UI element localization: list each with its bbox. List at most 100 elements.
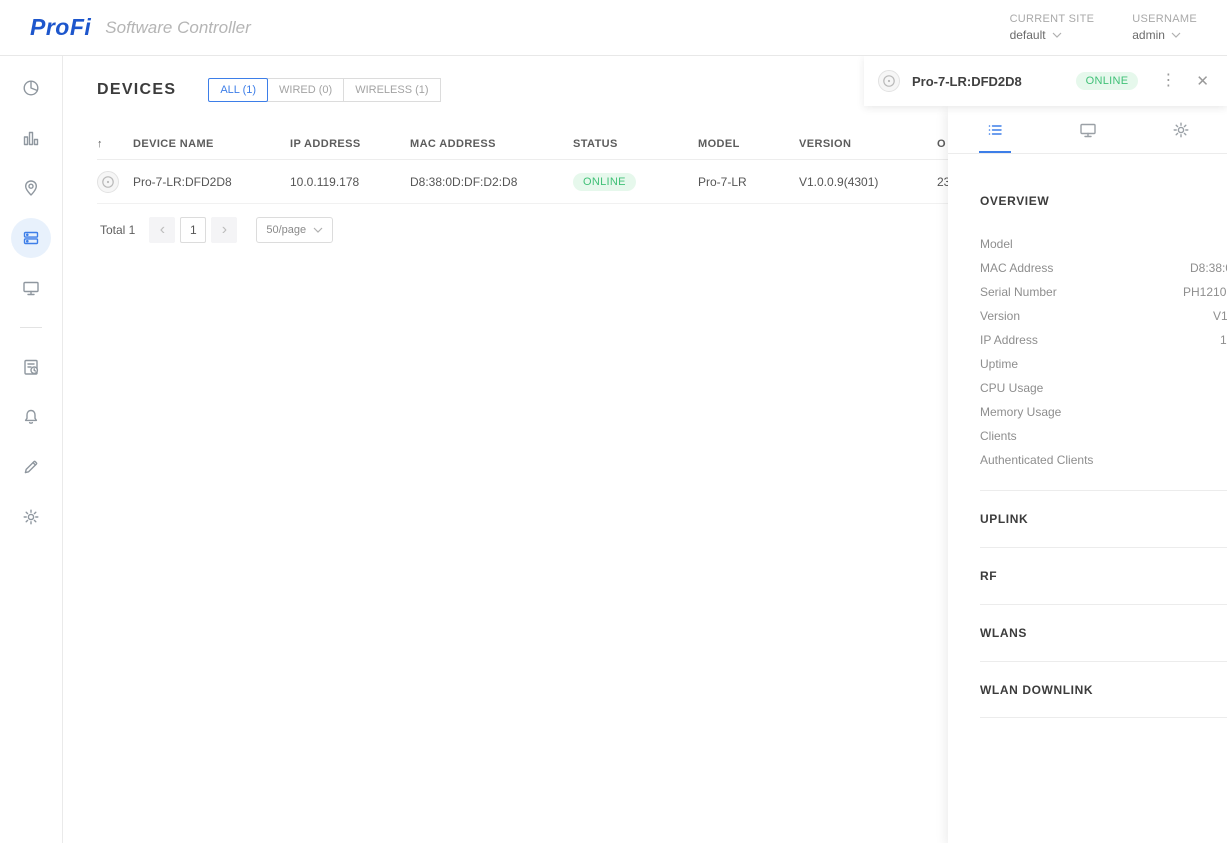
device-drawer: OVERVIEW Model Pro-7-LR MAC Address D8:3…	[948, 106, 1227, 843]
chevron-right-icon: ›	[221, 221, 228, 238]
chevron-left-icon: ‹	[159, 221, 166, 238]
devices-icon	[11, 218, 51, 258]
chevron-down-icon	[313, 227, 323, 233]
field-label: IP Address	[980, 333, 1038, 347]
col-model[interactable]: MODEL	[698, 138, 799, 150]
chevron-down-icon	[1171, 32, 1181, 38]
col-version[interactable]: VERSION	[799, 138, 937, 150]
field-label: Clients	[980, 429, 1017, 443]
field-clients: Clients	[980, 424, 1227, 448]
field-model: Model Pro-7-LR	[980, 232, 1227, 256]
field-label: MAC Address	[980, 261, 1054, 275]
col-mac-address[interactable]: MAC ADDRESS	[410, 138, 573, 150]
field-label: Model	[980, 237, 1013, 251]
drawer-tabs	[948, 106, 1227, 154]
page-number[interactable]: 1	[180, 217, 207, 243]
current-site-dropdown[interactable]: CURRENT SITE default	[1010, 13, 1095, 42]
field-uptime: Uptime	[980, 352, 1227, 376]
col-ip-address[interactable]: IP ADDRESS	[290, 138, 410, 150]
pencil-icon	[11, 447, 51, 487]
next-page-button[interactable]: ›	[211, 217, 238, 243]
topbar: ProFi Software Controller CURRENT SITE d…	[0, 0, 1227, 56]
field-ip-address: IP Address 10.0.119.178	[980, 328, 1227, 352]
field-cpu-usage: CPU Usage	[980, 376, 1227, 400]
sidebar-item-logs[interactable]	[6, 442, 56, 492]
col-status[interactable]: STATUS	[573, 138, 698, 150]
field-value: 10.0.119.178	[1220, 333, 1227, 347]
col-device-name[interactable]: DEVICE NAME	[133, 138, 290, 150]
device-filter-tabs: ALL (1) WIRED (0) WIRELESS (1)	[208, 78, 441, 102]
pagination-total: Total 1	[100, 223, 136, 237]
sidebar-item-alerts[interactable]	[6, 392, 56, 442]
field-memory-usage: Memory Usage	[980, 400, 1227, 424]
sidebar-item-insight[interactable]	[6, 342, 56, 392]
section-uplink[interactable]: UPLINK	[980, 490, 1227, 547]
current-site-label: CURRENT SITE	[1009, 13, 1095, 25]
sidebar-item-devices[interactable]	[6, 213, 56, 263]
device-drawer-header: Pro-7-LR:DFD2D8 ONLINE ⋮ ✕	[864, 56, 1227, 106]
prev-page-button[interactable]: ‹	[149, 217, 176, 243]
page-size-select[interactable]: 50/page	[256, 217, 334, 243]
field-version: Version V1.0.0.9(4301)	[980, 304, 1227, 328]
overview-heading: OVERVIEW	[980, 194, 1050, 208]
cell-status: ONLINE	[573, 172, 698, 191]
tab-wireless[interactable]: WIRELESS (1)	[343, 78, 441, 102]
insight-icon	[11, 347, 51, 387]
current-site-value: default	[1009, 28, 1046, 42]
cell-mac-address: D8:38:0D:DF:D2:D8	[410, 174, 518, 189]
status-badge: ONLINE	[573, 172, 636, 191]
field-label: Memory Usage	[980, 405, 1062, 419]
section-wlans[interactable]: WLANS	[980, 604, 1227, 661]
page-size-value: 50/page	[266, 224, 307, 236]
sidebar-item-dashboard[interactable]	[6, 63, 56, 113]
field-label: Version	[980, 309, 1021, 323]
field-serial-number: Serial Number PH12101	[980, 280, 1227, 304]
gear-icon	[1173, 122, 1188, 137]
sidebar-item-settings[interactable]	[6, 492, 56, 542]
field-value: V1.0.0.9(4301)	[1213, 309, 1227, 323]
tab-wired[interactable]: WIRED (0)	[267, 78, 345, 102]
section-wlan-downlink[interactable]: WLAN DOWNLINK	[980, 661, 1227, 718]
cell-model: Pro-7-LR	[698, 174, 747, 189]
clients-icon	[11, 268, 51, 308]
field-label: Authenticated Clients	[980, 453, 1094, 467]
bar-chart-icon	[11, 118, 51, 158]
chevron-down-icon	[1052, 32, 1062, 38]
section-rf[interactable]: RF	[980, 547, 1227, 604]
field-label: Uptime	[980, 357, 1019, 371]
map-icon	[11, 168, 51, 208]
sort-asc-icon[interactable]: ↑	[97, 138, 133, 150]
sidebar-item-clients[interactable]	[6, 263, 56, 313]
sidebar-item-map[interactable]	[6, 163, 56, 213]
logo: ProFi	[30, 14, 92, 40]
pie-chart-icon	[11, 68, 51, 108]
close-icon[interactable]: ✕	[1196, 74, 1209, 89]
bell-icon	[11, 397, 51, 437]
gear-icon	[11, 497, 51, 537]
overview-fields: Model Pro-7-LR MAC Address D8:38:0D:DF:D…	[980, 232, 1227, 472]
drawer-status-badge: ONLINE	[1075, 72, 1139, 90]
access-point-icon	[97, 170, 119, 193]
tab-all[interactable]: ALL (1)	[208, 78, 269, 102]
drawer-device-title: Pro-7-LR:DFD2D8	[912, 73, 1022, 89]
username-dropdown[interactable]: USERNAME admin	[1132, 13, 1197, 42]
field-value: D8:38:0D:DF:D2:D8	[1190, 261, 1227, 275]
sidebar-item-statistics[interactable]	[6, 113, 56, 163]
username-label: USERNAME	[1132, 13, 1197, 25]
cell-ip-address: 10.0.119.178	[290, 174, 360, 189]
field-value: PH12101	[1183, 285, 1227, 299]
drawer-content: OVERVIEW Model Pro-7-LR MAC Address D8:3…	[948, 194, 1227, 718]
cell-device-name[interactable]: Pro-7-LR:DFD2D8	[133, 175, 290, 189]
details-list-icon	[988, 124, 1002, 135]
drawer-tab-monitor[interactable]	[1041, 106, 1134, 153]
access-point-icon	[878, 70, 900, 92]
device-avatar-cell	[97, 170, 133, 193]
field-label: CPU Usage	[980, 381, 1044, 395]
username-value: admin	[1132, 28, 1165, 42]
logo-subtitle: Software Controller	[105, 17, 251, 37]
drawer-tab-details[interactable]	[948, 106, 1041, 153]
more-options-icon[interactable]: ⋮	[1160, 73, 1176, 89]
sidebar	[0, 56, 63, 843]
drawer-sections: UPLINK RF WLANS WLAN DOWNLINK	[980, 490, 1227, 718]
drawer-tab-config[interactable]	[1134, 106, 1227, 153]
